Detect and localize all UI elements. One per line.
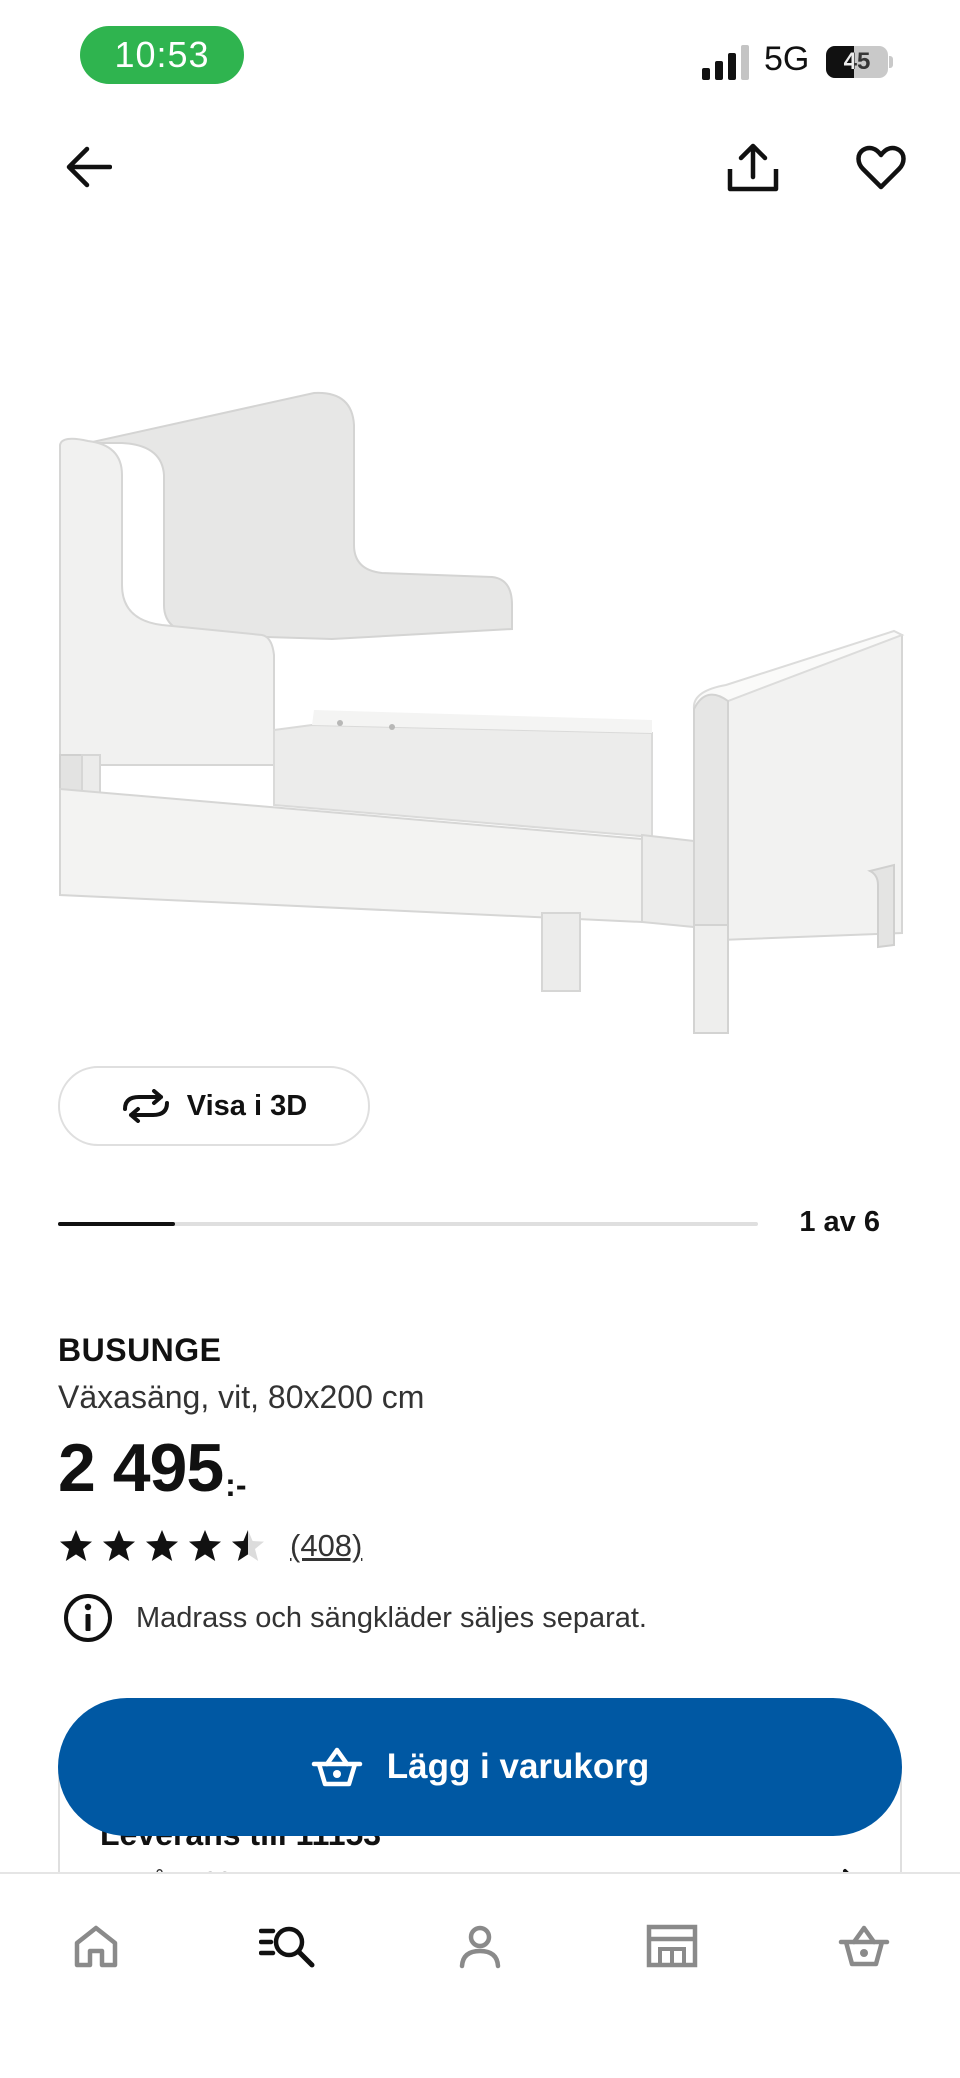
tab-search[interactable] (252, 1910, 324, 1982)
product-rating[interactable]: (408) (58, 1524, 362, 1568)
home-icon (74, 1925, 118, 1968)
view-in-3d-button[interactable]: Visa i 3D (58, 1066, 370, 1146)
product-price: 2 495 :- (58, 1428, 246, 1508)
review-count-link[interactable]: (408) (290, 1528, 362, 1564)
price-value: 2 495 (58, 1430, 224, 1506)
rating-star-icon (103, 1530, 135, 1561)
heart-icon (856, 145, 906, 190)
notice-text: Madrass och sängkläder säljes separat. (136, 1601, 647, 1634)
store-icon (646, 1924, 698, 1968)
bottom-tab-bar (0, 1872, 960, 2078)
price-suffix: :- (225, 1467, 247, 1503)
tab-store[interactable] (636, 1910, 708, 1982)
tab-profile[interactable] (444, 1910, 516, 1982)
carousel-counter: 1 av 6 (799, 1206, 880, 1238)
tab-cart[interactable] (828, 1910, 900, 1982)
add-to-cart-button[interactable]: Lägg i varukorg (58, 1698, 902, 1836)
cart-icon (838, 1925, 890, 1967)
status-time: 10:53 (80, 26, 244, 84)
network-type: 5G (764, 40, 810, 78)
product-description: Växasäng, vit, 80x200 cm (58, 1379, 425, 1415)
arrow-left-icon (66, 146, 112, 188)
rating-star-icon (146, 1530, 178, 1561)
share-icon (727, 143, 779, 192)
rating-star-icon (232, 1530, 264, 1561)
battery-level: 45 (843, 48, 871, 75)
bed-product-image (59, 391, 905, 1034)
tab-home[interactable] (60, 1910, 132, 1982)
basket-icon (311, 1747, 362, 1787)
image-carousel-progress[interactable] (58, 1222, 758, 1226)
status-bar: 10:53 5G 45 (0, 0, 960, 112)
rating-star-icon (189, 1530, 221, 1561)
rating-stars (58, 1528, 266, 1564)
back-button[interactable] (60, 138, 118, 196)
share-button[interactable] (722, 136, 784, 200)
favorite-button[interactable] (852, 140, 910, 196)
add-to-cart-label: Lägg i varukorg (386, 1747, 650, 1786)
battery-icon: 45 (826, 46, 893, 78)
cellular-signal-icon (702, 45, 749, 80)
rating-star-icon (60, 1530, 92, 1561)
view-in-3d-label: Visa i 3D (186, 1089, 308, 1122)
carousel-progress-fill (58, 1222, 175, 1226)
product-name: BUSUNGE (58, 1332, 222, 1368)
separate-items-notice: Madrass och sängkläder säljes separat. (62, 1592, 647, 1644)
profile-icon (459, 1925, 501, 1969)
search-list-icon (259, 1926, 315, 1968)
rotate-3d-icon (122, 1089, 169, 1123)
info-icon (64, 1594, 112, 1642)
